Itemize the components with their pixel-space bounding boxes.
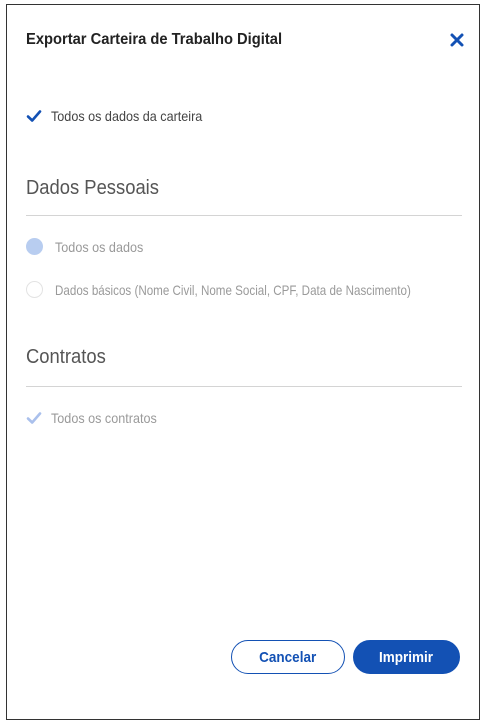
personal-data-divider [26,215,462,216]
print-button-label: Imprimir [379,648,434,666]
dialog-title: Exportar Carteira de Trabalho Digital [26,31,283,48]
checkmark-icon [26,108,42,124]
all-contracts-checkbox[interactable]: Todos os contratos [26,410,169,426]
all-wallet-data-checkbox[interactable]: Todos os dados da carteira [26,108,219,124]
close-button[interactable] [447,30,467,50]
cancel-button[interactable]: Cancelar [231,640,345,674]
contracts-divider [26,386,462,387]
radio-basic-data-label: Dados básicos (Nome Civil, Nome Social, … [55,281,411,298]
radio-selected-indicator [26,238,43,255]
contracts-section-title: Contratos [26,346,106,368]
radio-all-data-label: Todos os dados [55,238,144,255]
radio-basic-data[interactable]: Dados básicos (Nome Civil, Nome Social, … [26,281,483,298]
checkmark-disabled-icon [26,410,42,426]
cancel-button-label: Cancelar [259,648,317,666]
all-contracts-label: Todos os contratos [51,410,157,426]
personal-data-section-title: Dados Pessoais [26,177,159,199]
radio-all-data[interactable]: Todos os dados [26,238,153,255]
close-icon [447,30,467,50]
radio-unselected-indicator [26,281,43,298]
print-button[interactable]: Imprimir [353,640,460,674]
all-wallet-data-label: Todos os dados da carteira [51,108,203,124]
export-dialog: Exportar Carteira de Trabalho Digital To… [6,4,480,720]
